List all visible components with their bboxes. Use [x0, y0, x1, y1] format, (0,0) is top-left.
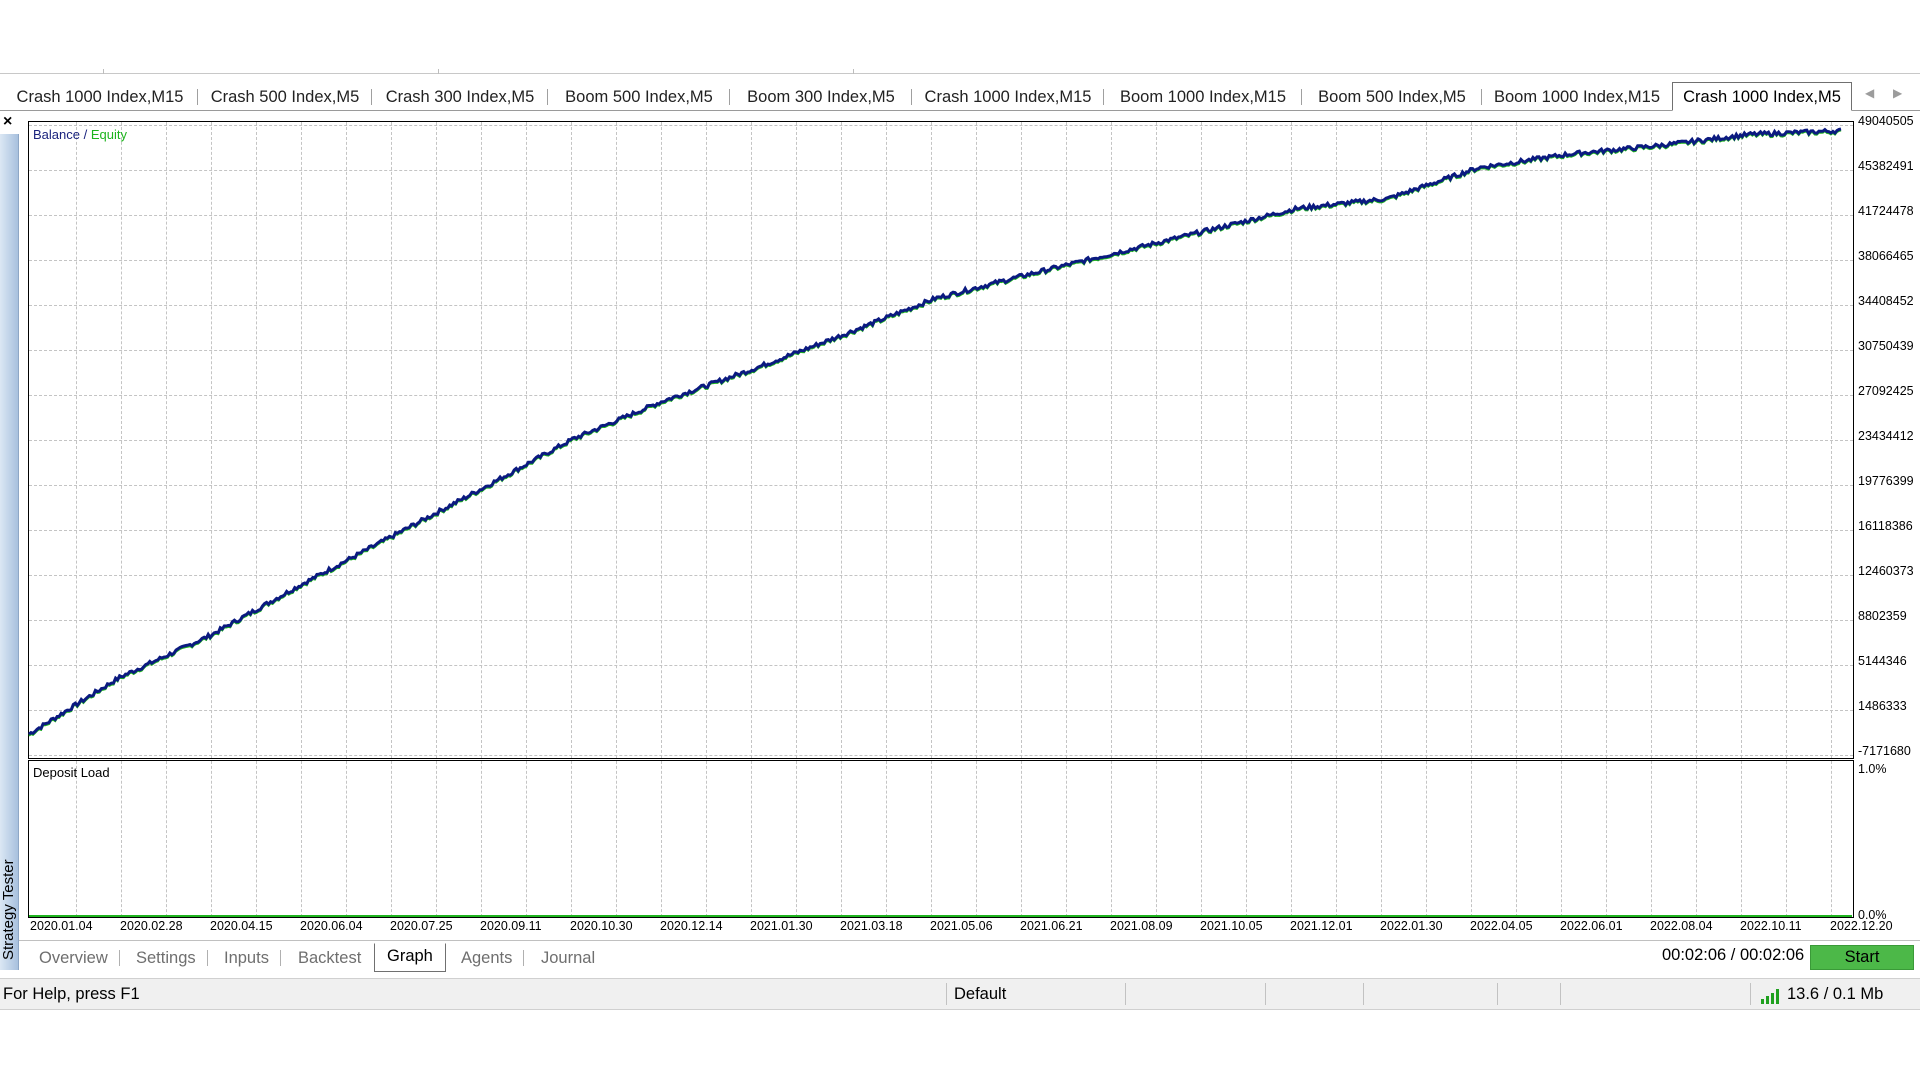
profile-name: Default — [954, 985, 1007, 1003]
chart-lines-svg — [28, 127, 1852, 917]
close-icon[interactable]: × — [3, 114, 12, 130]
signal-bars-icon — [1761, 989, 1779, 1004]
chart-tab[interactable]: Boom 1000 Index,M15 — [1482, 84, 1672, 110]
panel-side-strip — [0, 134, 19, 970]
y-tick-label: 12460373 — [1858, 564, 1914, 578]
x-tick-label: 2021.08.09 — [1110, 919, 1173, 933]
x-tick-label: 2021.01.30 — [750, 919, 813, 933]
chart-tab[interactable]: Boom 300 Index,M5 — [730, 84, 912, 110]
status-bar: For Help, press F1 Default 13.6 / 0.1 Mb — [0, 978, 1920, 1010]
test-timer: 00:02:06 / 00:02:06 — [1662, 946, 1805, 964]
x-tick-label: 2022.06.01 — [1560, 919, 1623, 933]
traffic-text: 13.6 / 0.1 Mb — [1787, 985, 1884, 1003]
y-tick-label: 1486333 — [1858, 699, 1907, 713]
y-tick-label: 23434412 — [1858, 429, 1914, 443]
x-tick-label: 2020.04.15 — [210, 919, 273, 933]
chart-tab[interactable]: Crash 1000 Index,M15 — [2, 84, 198, 110]
top-divider — [0, 73, 1920, 74]
equity-line — [28, 129, 1842, 737]
y-tick-label: 5144346 — [1858, 654, 1907, 668]
chart-tab[interactable]: Boom 500 Index,M5 — [548, 84, 730, 110]
tab-agents[interactable]: Agents — [461, 946, 525, 970]
chart-tab[interactable]: Crash 1000 Index,M15 — [912, 84, 1104, 110]
x-tick-label: 2021.03.18 — [840, 919, 903, 933]
x-tick-label: 2020.09.11 — [480, 919, 542, 933]
legend-separator: / — [79, 127, 91, 142]
legend-balance: Balance — [33, 127, 80, 142]
tab-settings[interactable]: Settings — [136, 946, 208, 970]
start-button[interactable]: Start — [1810, 945, 1914, 970]
chart-tabs-bar: Crash 1000 Index,M15 Crash 500 Index,M5 … — [0, 82, 1920, 111]
x-tick-label: 2021.12.01 — [1290, 919, 1353, 933]
y-tick-label: -7171680 — [1858, 744, 1911, 758]
x-tick-label: 2022.01.30 — [1380, 919, 1443, 933]
x-tick-label: 2021.05.06 — [930, 919, 993, 933]
chart-legend: Balance / Equity — [33, 127, 127, 142]
y-tick-label: 27092425 — [1858, 384, 1914, 398]
chart-tab-active[interactable]: Crash 1000 Index,M5 — [1672, 82, 1852, 111]
x-tick-label: 2022.04.05 — [1470, 919, 1533, 933]
y-tick-label: 49040505 — [1858, 114, 1914, 128]
chart-tab[interactable]: Boom 500 Index,M5 — [1302, 84, 1482, 110]
tab-inputs[interactable]: Inputs — [224, 946, 281, 970]
y-tick-label: 30750439 — [1858, 339, 1914, 353]
balance-line — [28, 127, 1842, 736]
x-tick-label: 2020.10.30 — [570, 919, 633, 933]
tab-overview[interactable]: Overview — [39, 946, 120, 970]
y-tick-label: 38066465 — [1858, 249, 1914, 263]
chart-tab[interactable]: Crash 300 Index,M5 — [372, 84, 548, 110]
y-tick-label: 8802359 — [1858, 609, 1907, 623]
help-text: For Help, press F1 — [3, 985, 140, 1003]
deposit-top-label: 1.0% — [1858, 762, 1887, 776]
deposit-load-label: Deposit Load — [33, 765, 110, 780]
y-tick-label: 34408452 — [1858, 294, 1914, 308]
tester-tabs-bar: Overview Settings Inputs Backtest Graph … — [19, 940, 1920, 973]
x-tick-label: 2021.10.05 — [1200, 919, 1263, 933]
tab-journal[interactable]: Journal — [541, 946, 595, 970]
y-tick-label: 41724478 — [1858, 204, 1914, 218]
x-tick-label: 2022.12.20 — [1830, 919, 1893, 933]
y-tick-label: 16118386 — [1858, 519, 1913, 533]
tab-graph[interactable]: Graph — [374, 943, 446, 972]
x-tick-label: 2020.02.28 — [120, 919, 183, 933]
tab-backtest[interactable]: Backtest — [298, 946, 361, 970]
chart-tab[interactable]: Boom 1000 Index,M15 — [1104, 84, 1302, 110]
x-tick-label: 2020.01.04 — [30, 919, 93, 933]
chart-tab[interactable]: Crash 500 Index,M5 — [198, 84, 372, 110]
y-tick-label: 45382491 — [1858, 159, 1914, 173]
chevron-left-icon[interactable]: ◀ — [1865, 86, 1874, 100]
x-tick-label: 2020.12.14 — [660, 919, 723, 933]
x-tick-label: 2020.07.25 — [390, 919, 453, 933]
y-tick-label: 19776399 — [1858, 474, 1914, 488]
x-tick-label: 2021.06.21 — [1020, 919, 1083, 933]
x-tick-label: 2022.10.11 — [1740, 919, 1802, 933]
chevron-right-icon[interactable]: ▶ — [1893, 86, 1902, 100]
x-tick-label: 2022.08.04 — [1650, 919, 1713, 933]
legend-equity: Equity — [90, 127, 127, 142]
x-tick-label: 2020.06.04 — [300, 919, 363, 933]
